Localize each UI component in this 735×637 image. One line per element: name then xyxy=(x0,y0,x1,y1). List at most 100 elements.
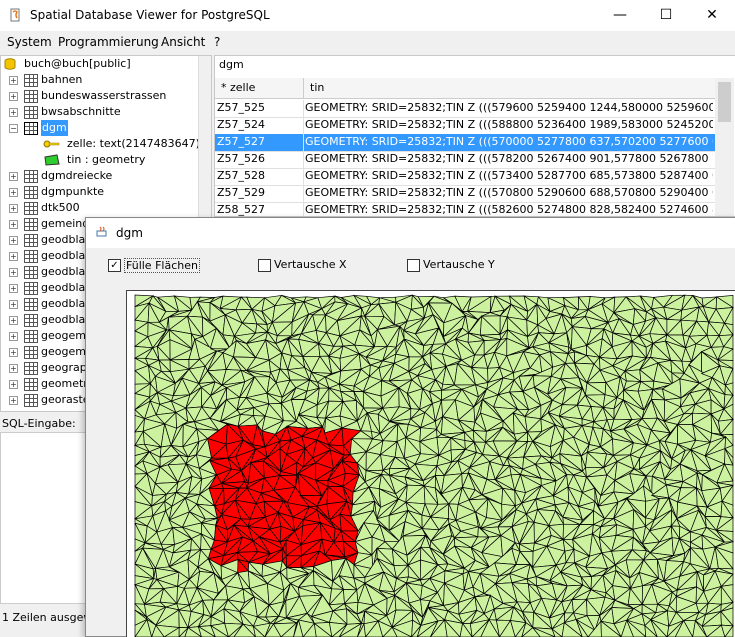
table-icon xyxy=(24,378,38,391)
collapse-icon[interactable]: − xyxy=(9,124,18,133)
cell-tin: GEOMETRY: SRID=25832;TIN Z (((578200 526… xyxy=(305,151,713,167)
app-icon xyxy=(8,8,22,22)
tree-item-label: dgm xyxy=(41,120,68,136)
swap-x-checkbox[interactable] xyxy=(258,259,271,272)
menu-ansicht[interactable]: Ansicht xyxy=(161,35,205,49)
cell-zelle: Z57_526 xyxy=(217,151,304,168)
tree-root-label: buch@buch[public] xyxy=(24,56,131,72)
geometry-icon xyxy=(43,154,61,166)
menu-system[interactable]: System xyxy=(7,35,52,49)
tree-item-label: georaste xyxy=(41,392,90,408)
maximize-button[interactable]: ☐ xyxy=(643,0,689,31)
table-icon xyxy=(24,314,38,327)
table-icon xyxy=(24,170,38,183)
table-icon xyxy=(24,298,38,311)
table-row[interactable]: Z57_524GEOMETRY: SRID=25832;TIN Z (((588… xyxy=(215,117,715,135)
expand-icon[interactable]: + xyxy=(9,300,18,309)
table-icon xyxy=(24,122,38,135)
close-button[interactable]: ✕ xyxy=(689,0,735,31)
table-icon xyxy=(24,202,38,215)
cell-tin: GEOMETRY: SRID=25832;TIN Z (((573400 528… xyxy=(305,168,713,184)
swap-x-label[interactable]: Vertausche X xyxy=(274,258,347,271)
cell-tin: GEOMETRY: SRID=25832;TIN Z (((570800 529… xyxy=(305,185,713,201)
expand-icon[interactable]: + xyxy=(9,380,18,389)
table-icon xyxy=(24,234,38,247)
sql-input[interactable] xyxy=(0,432,86,604)
expand-icon[interactable]: + xyxy=(9,220,18,229)
dialog-title-bar: dgm xyxy=(86,218,735,248)
tree-item-label: tin : geometry xyxy=(67,152,145,168)
table-icon xyxy=(24,218,38,231)
expand-icon[interactable]: + xyxy=(9,172,18,181)
table-icon xyxy=(24,362,38,375)
tree-item-label: bundeswasserstrassen xyxy=(41,88,166,104)
cell-zelle: Z57_527 xyxy=(217,134,304,151)
expand-icon[interactable]: + xyxy=(9,268,18,277)
table-row[interactable]: Z57_527GEOMETRY: SRID=25832;TIN Z (((570… xyxy=(215,134,715,152)
menu-programmierung[interactable]: Programmierung xyxy=(58,35,159,49)
table-row[interactable]: Z58_527GEOMETRY: SRID=25832;TIN Z (((582… xyxy=(215,202,715,217)
expand-icon[interactable]: + xyxy=(9,396,18,405)
result-pane: dgm * zelle tin Z57_525GEOMETRY: SRID=25… xyxy=(214,55,735,217)
expand-icon[interactable]: + xyxy=(9,364,18,373)
fill-checkbox[interactable]: ✓ xyxy=(108,259,121,272)
sql-label: SQL-Eingabe: xyxy=(2,417,76,430)
table-icon xyxy=(24,106,38,119)
table-icon xyxy=(24,346,38,359)
table-icon xyxy=(24,282,38,295)
table-header: * zelle tin xyxy=(215,78,715,99)
cell-tin: GEOMETRY: SRID=25832;TIN Z (((582600 527… xyxy=(305,202,713,217)
title-bar: Spatial Database Viewer for PostgreSQL —… xyxy=(0,0,735,31)
table-icon xyxy=(24,330,38,343)
tree-item-label: bahnen xyxy=(41,72,82,88)
expand-icon[interactable]: + xyxy=(9,76,18,85)
tree-item-label: bwsabschnitte xyxy=(41,104,121,120)
result-title: dgm xyxy=(219,58,244,71)
table-row[interactable]: Z57_526GEOMETRY: SRID=25832;TIN Z (((578… xyxy=(215,151,715,169)
tree-item-label: dgmdreiecke xyxy=(41,168,112,184)
expand-icon[interactable]: + xyxy=(9,236,18,245)
fill-label[interactable]: Fülle Flächen xyxy=(124,258,200,273)
expand-icon[interactable]: + xyxy=(9,204,18,213)
window-title: Spatial Database Viewer for PostgreSQL xyxy=(30,8,270,22)
cell-zelle: Z57_528 xyxy=(217,168,304,185)
column-header-tin[interactable]: tin xyxy=(304,78,714,98)
expand-icon[interactable]: + xyxy=(9,316,18,325)
table-icon xyxy=(24,394,38,407)
expand-icon[interactable]: + xyxy=(9,332,18,341)
table-icon xyxy=(24,90,38,103)
table-row[interactable]: Z57_528GEOMETRY: SRID=25832;TIN Z (((573… xyxy=(215,168,715,186)
table-icon xyxy=(24,250,38,263)
expand-icon[interactable]: + xyxy=(9,188,18,197)
cell-zelle: Z57_525 xyxy=(217,100,304,117)
expand-icon[interactable]: + xyxy=(9,284,18,293)
dialog-title: dgm xyxy=(116,226,143,240)
expand-icon[interactable]: + xyxy=(9,252,18,261)
swap-y-label[interactable]: Vertausche Y xyxy=(423,258,495,271)
menu-help[interactable]: ? xyxy=(214,35,220,49)
table-scrollbar[interactable] xyxy=(715,78,734,216)
java-icon xyxy=(96,226,108,238)
expand-icon[interactable]: + xyxy=(9,108,18,117)
table-icon xyxy=(24,186,38,199)
tin-mesh xyxy=(127,291,735,637)
dgm-dialog: dgm ✓ Fülle Flächen Vertausche X Vertaus… xyxy=(85,217,735,637)
tin-canvas[interactable] xyxy=(126,290,735,637)
table-row[interactable]: Z57_529GEOMETRY: SRID=25832;TIN Z (((570… xyxy=(215,185,715,203)
expand-icon[interactable]: + xyxy=(9,92,18,101)
cell-tin: GEOMETRY: SRID=25832;TIN Z (((588800 523… xyxy=(305,117,713,133)
table-icon xyxy=(24,266,38,279)
cell-tin: GEOMETRY: SRID=25832;TIN Z (((579600 525… xyxy=(305,100,713,116)
cell-tin: GEOMETRY: SRID=25832;TIN Z (((570000 527… xyxy=(305,134,713,150)
swap-y-checkbox[interactable] xyxy=(407,259,420,272)
table-icon xyxy=(24,74,38,87)
key-icon xyxy=(43,138,61,150)
expand-icon[interactable]: + xyxy=(9,348,18,357)
column-header-zelle[interactable]: * zelle xyxy=(215,78,304,98)
cell-zelle: Z58_527 xyxy=(217,202,304,217)
scrollbar-thumb[interactable] xyxy=(718,82,731,122)
tree-item-label: dtk500 xyxy=(41,200,80,216)
table-row[interactable]: Z57_525GEOMETRY: SRID=25832;TIN Z (((579… xyxy=(215,100,715,118)
mesh-triangles xyxy=(135,295,733,637)
minimize-button[interactable]: — xyxy=(597,0,643,31)
